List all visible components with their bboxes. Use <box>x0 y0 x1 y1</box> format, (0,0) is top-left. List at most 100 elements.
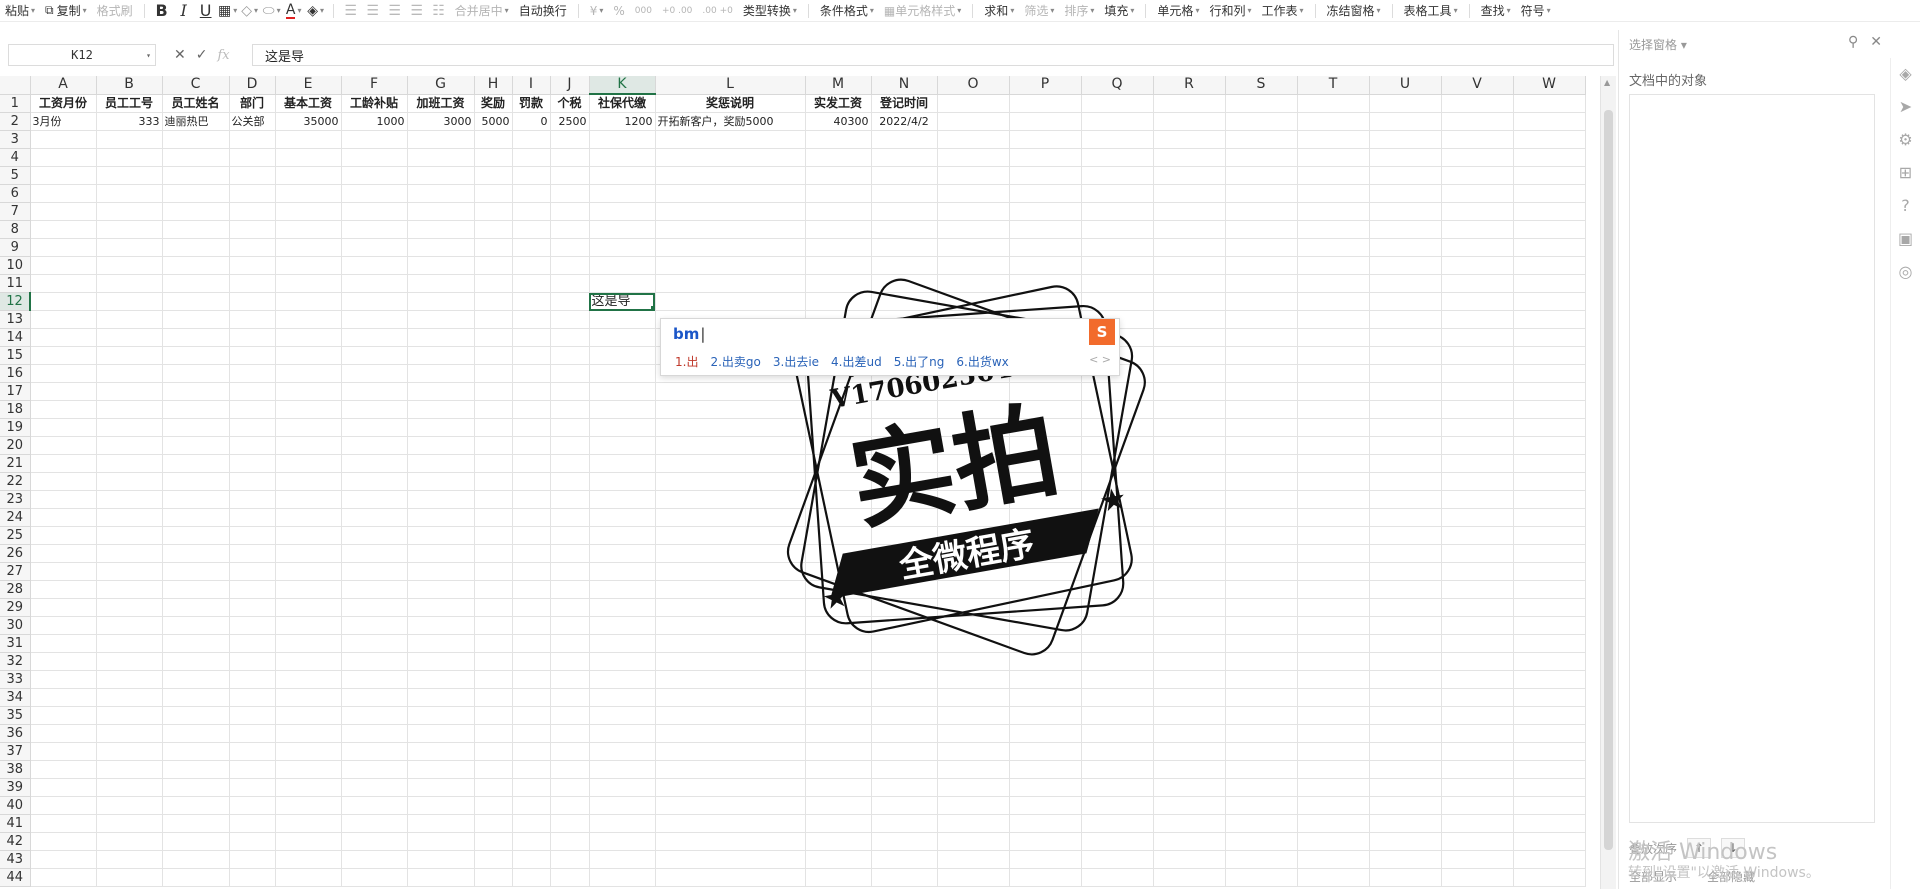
cell-W7[interactable] <box>1513 202 1586 221</box>
cell-E17[interactable] <box>275 382 342 401</box>
cell-Q44[interactable] <box>1081 868 1154 887</box>
cell-C15[interactable] <box>162 346 230 365</box>
cell-C18[interactable] <box>162 400 230 419</box>
cell-I34[interactable] <box>512 688 551 707</box>
cell-P34[interactable] <box>1009 688 1082 707</box>
cell-V38[interactable] <box>1441 760 1514 779</box>
cell-I25[interactable] <box>512 526 551 545</box>
cell-W25[interactable] <box>1513 526 1586 545</box>
cell-W17[interactable] <box>1513 382 1586 401</box>
cell-A1[interactable]: 工资月份 <box>30 94 97 113</box>
cell-L21[interactable] <box>655 454 806 473</box>
cell-K3[interactable] <box>589 130 656 149</box>
cell-G31[interactable] <box>407 634 475 653</box>
cell-A33[interactable] <box>30 670 97 689</box>
cell-A29[interactable] <box>30 598 97 617</box>
cell-D12[interactable] <box>229 292 276 311</box>
cell-M19[interactable] <box>805 418 872 437</box>
cell-O22[interactable] <box>937 472 1010 491</box>
cell-H31[interactable] <box>474 634 513 653</box>
cell-M42[interactable] <box>805 832 872 851</box>
cell-K11[interactable] <box>589 274 656 293</box>
column-header[interactable]: P <box>1009 76 1082 95</box>
ime-candidate[interactable]: 5.出了ng <box>894 353 945 370</box>
cell-V43[interactable] <box>1441 850 1514 869</box>
cell-V42[interactable] <box>1441 832 1514 851</box>
cell-M39[interactable] <box>805 778 872 797</box>
cell-F11[interactable] <box>341 274 408 293</box>
cell-W41[interactable] <box>1513 814 1586 833</box>
cell-N29[interactable] <box>871 598 938 617</box>
cell-I42[interactable] <box>512 832 551 851</box>
cell-Q6[interactable] <box>1081 184 1154 203</box>
cell-I2[interactable]: 0 <box>512 112 551 131</box>
cell-J25[interactable] <box>550 526 590 545</box>
cell-M40[interactable] <box>805 796 872 815</box>
cell-D18[interactable] <box>229 400 276 419</box>
cell-F18[interactable] <box>341 400 408 419</box>
cell-H11[interactable] <box>474 274 513 293</box>
cell-B33[interactable] <box>96 670 163 689</box>
cell-T27[interactable] <box>1297 562 1370 581</box>
cell-O18[interactable] <box>937 400 1010 419</box>
cell-J32[interactable] <box>550 652 590 671</box>
row-header[interactable]: 20 <box>0 436 31 455</box>
table-layout-icon[interactable]: ⊞ <box>1896 163 1916 182</box>
cell-P6[interactable] <box>1009 184 1082 203</box>
cell-A20[interactable] <box>30 436 97 455</box>
cell-F44[interactable] <box>341 868 408 887</box>
cell-E16[interactable] <box>275 364 342 383</box>
cell-M23[interactable] <box>805 490 872 509</box>
cell-T2[interactable] <box>1297 112 1370 131</box>
cell-A7[interactable] <box>30 202 97 221</box>
cell-L12[interactable] <box>655 292 806 311</box>
cell-I17[interactable] <box>512 382 551 401</box>
cell-H28[interactable] <box>474 580 513 599</box>
cell-R13[interactable] <box>1153 310 1226 329</box>
cell-C27[interactable] <box>162 562 230 581</box>
shape-icon[interactable]: ◈ <box>1896 64 1916 83</box>
cell-O36[interactable] <box>937 724 1010 743</box>
cell-P7[interactable] <box>1009 202 1082 221</box>
row-header[interactable]: 22 <box>0 472 31 491</box>
cell-D23[interactable] <box>229 490 276 509</box>
cell-O2[interactable] <box>937 112 1010 131</box>
cell-S11[interactable] <box>1225 274 1298 293</box>
cell-V24[interactable] <box>1441 508 1514 527</box>
align-center-button[interactable]: ☰ <box>362 0 384 22</box>
cell-M7[interactable] <box>805 202 872 221</box>
cell-G9[interactable] <box>407 238 475 257</box>
cell-L18[interactable] <box>655 400 806 419</box>
cell-M24[interactable] <box>805 508 872 527</box>
cell-H23[interactable] <box>474 490 513 509</box>
cell-V33[interactable] <box>1441 670 1514 689</box>
cell-B4[interactable] <box>96 148 163 167</box>
row-header[interactable]: 44 <box>0 868 31 887</box>
cell-T11[interactable] <box>1297 274 1370 293</box>
cell-V5[interactable] <box>1441 166 1514 185</box>
cell-S12[interactable] <box>1225 292 1298 311</box>
cell-H13[interactable] <box>474 310 513 329</box>
cell-R41[interactable] <box>1153 814 1226 833</box>
cell-I29[interactable] <box>512 598 551 617</box>
fill-color-button[interactable]: ◇ ▾ <box>239 0 261 22</box>
cell-B29[interactable] <box>96 598 163 617</box>
cell-A15[interactable] <box>30 346 97 365</box>
cell-C43[interactable] <box>162 850 230 869</box>
cell-I31[interactable] <box>512 634 551 653</box>
cell-B10[interactable] <box>96 256 163 275</box>
cell-R16[interactable] <box>1153 364 1226 383</box>
cell-C25[interactable] <box>162 526 230 545</box>
cell-H17[interactable] <box>474 382 513 401</box>
cell-J27[interactable] <box>550 562 590 581</box>
cell-P20[interactable] <box>1009 436 1082 455</box>
cell-I30[interactable] <box>512 616 551 635</box>
cell-M31[interactable] <box>805 634 872 653</box>
cell-D14[interactable] <box>229 328 276 347</box>
cell-U35[interactable] <box>1369 706 1442 725</box>
cell-L34[interactable] <box>655 688 806 707</box>
cell-I36[interactable] <box>512 724 551 743</box>
cell-F30[interactable] <box>341 616 408 635</box>
cell-L26[interactable] <box>655 544 806 563</box>
cell-F5[interactable] <box>341 166 408 185</box>
